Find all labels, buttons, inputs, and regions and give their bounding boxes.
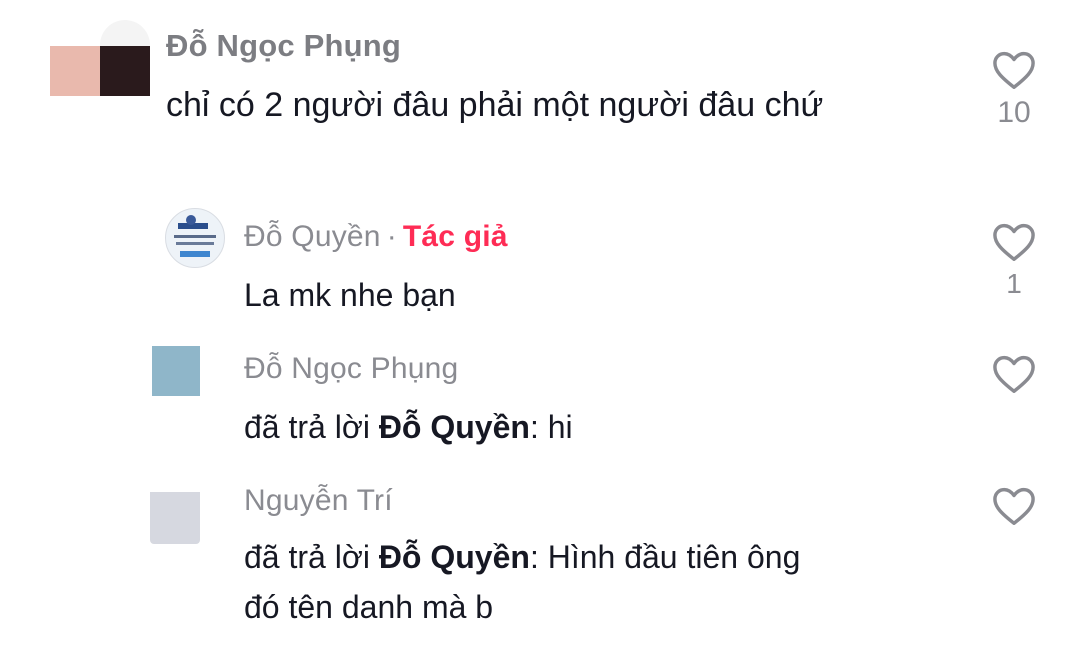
reply-item: Đỗ Ngọc Phụng đã trả lời Đỗ Quyền: hi bbox=[0, 340, 1080, 460]
reply-username[interactable]: Nguyễn Trí bbox=[244, 484, 393, 518]
avatar[interactable] bbox=[152, 346, 200, 396]
reply-body: : Hình đầu tiên ông bbox=[529, 539, 801, 575]
comment-item: Đỗ Ngọc Phụng chỉ có 2 người đâu phải mộ… bbox=[0, 0, 1080, 170]
reply-username[interactable]: Đỗ Ngọc Phụng bbox=[244, 352, 458, 386]
reply-text: đã trả lời Đỗ Quyền: hi bbox=[244, 404, 573, 450]
username-text[interactable]: Đỗ Quyền bbox=[244, 220, 381, 253]
heart-outline-icon[interactable] bbox=[992, 486, 1036, 526]
reply-text-continued: đó tên danh mà b bbox=[244, 589, 494, 625]
mention-link[interactable]: Đỗ Quyền bbox=[379, 409, 530, 445]
heart-outline-icon[interactable] bbox=[992, 222, 1036, 262]
reply-body: : hi bbox=[529, 409, 573, 445]
heart-outline-icon[interactable] bbox=[992, 50, 1036, 90]
like-count: 1 bbox=[1006, 268, 1022, 299]
heart-outline-icon[interactable] bbox=[992, 354, 1036, 394]
like-count: 10 bbox=[997, 96, 1031, 129]
reply-text: La mk nhe bạn bbox=[244, 277, 456, 313]
comment-username[interactable]: Đỗ Ngọc Phụng bbox=[166, 28, 401, 64]
reply-prefix: đã trả lời bbox=[244, 409, 370, 445]
reply-item: Nguyễn Trí đã trả lời Đỗ Quyền: Hình đầu… bbox=[0, 472, 1080, 642]
avatar[interactable] bbox=[150, 492, 200, 544]
mention-link[interactable]: Đỗ Quyền bbox=[379, 539, 530, 575]
reply-username[interactable]: Đỗ Quyền · Tác giả bbox=[244, 220, 508, 254]
reply-prefix: đã trả lời bbox=[244, 539, 370, 575]
reply-text: đã trả lời Đỗ Quyền: Hình đầu tiên ông bbox=[244, 534, 800, 580]
comment-text: chỉ có 2 người đâu phải một người đâu ch… bbox=[166, 86, 824, 124]
separator-dot: · bbox=[386, 220, 397, 253]
author-badge: Tác giả bbox=[402, 220, 508, 253]
reply-item: Đỗ Quyền · Tác giả La mk nhe bạn 1 bbox=[0, 200, 1080, 330]
avatar[interactable] bbox=[165, 208, 225, 268]
avatar[interactable] bbox=[50, 20, 150, 96]
